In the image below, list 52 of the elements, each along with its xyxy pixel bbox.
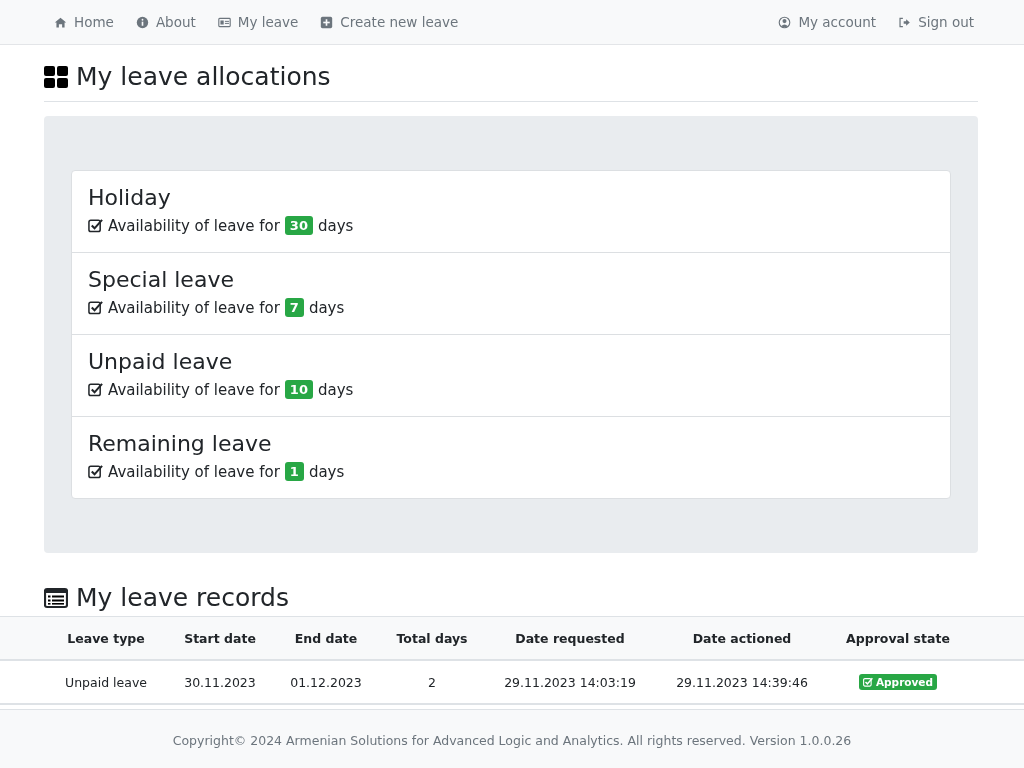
grid-icon xyxy=(44,64,68,89)
check-icon xyxy=(862,677,873,687)
availability-text: Availability of leave for xyxy=(108,216,280,235)
nav-link[interactable]: My leave xyxy=(217,14,299,30)
sign-out-icon xyxy=(898,15,912,29)
days-label: days xyxy=(317,216,354,235)
table-cell: 29.11.2023 14:39:46 xyxy=(676,674,808,690)
column-header: Start date xyxy=(184,630,256,646)
info-icon xyxy=(135,15,149,29)
leave-type-name: Unpaid leave xyxy=(88,349,234,374)
nav-link[interactable]: Home xyxy=(54,14,114,30)
leave-type-name: Remaining leave xyxy=(88,431,273,456)
checkbox-icon xyxy=(88,464,103,479)
table-cell: 29.11.2023 14:03:19 xyxy=(504,674,636,690)
days-count: 10 xyxy=(284,380,313,399)
user-icon xyxy=(778,15,792,29)
section-title: My leave allocations xyxy=(76,62,331,91)
id-card-icon xyxy=(217,15,231,29)
status-badge: Approved xyxy=(858,674,937,690)
nav-link[interactable]: My account xyxy=(778,14,877,30)
days-count: 7 xyxy=(284,298,304,317)
table-cell: 2 xyxy=(428,674,436,690)
days-label: days xyxy=(317,380,354,399)
availability-text: Availability of leave for xyxy=(108,380,280,399)
nav-link[interactable]: Sign out xyxy=(898,14,974,30)
column-header: Date requested xyxy=(515,630,625,646)
section-title: My leave records xyxy=(76,583,289,612)
column-header: Leave type xyxy=(67,630,145,646)
column-header: Total days xyxy=(396,630,468,646)
days-label: days xyxy=(308,462,345,481)
nav-link[interactable]: About xyxy=(135,14,196,30)
column-header: End date xyxy=(294,630,358,646)
leave-type-name: Special leave xyxy=(88,267,235,292)
table-cell: Unpaid leave xyxy=(65,674,147,690)
leave-type-name: Holiday xyxy=(88,185,172,210)
checkbox-icon xyxy=(88,382,103,397)
column-header: Date actioned xyxy=(692,630,792,646)
plus-icon xyxy=(320,15,334,29)
column-header: Approval state xyxy=(846,630,950,646)
table-cell: 01.12.2023 xyxy=(290,674,362,690)
list-icon xyxy=(44,585,68,610)
availability-text: Availability of leave for xyxy=(108,462,280,481)
home-icon xyxy=(54,15,67,29)
nav-link[interactable]: Create new leave xyxy=(320,14,459,30)
checkbox-icon xyxy=(88,300,103,315)
table-cell: 30.11.2023 xyxy=(184,674,256,690)
days-label: days xyxy=(308,298,345,317)
checkbox-icon xyxy=(88,218,103,233)
days-count: 1 xyxy=(284,462,304,481)
days-count: 30 xyxy=(284,216,313,235)
copyright-text: Copyright© 2024 Armenian Solutions for Advanced Logic and Analytics. All rights reserved. Version 1.0.0.26 xyxy=(172,732,852,748)
availability-text: Availability of leave for xyxy=(108,298,280,317)
